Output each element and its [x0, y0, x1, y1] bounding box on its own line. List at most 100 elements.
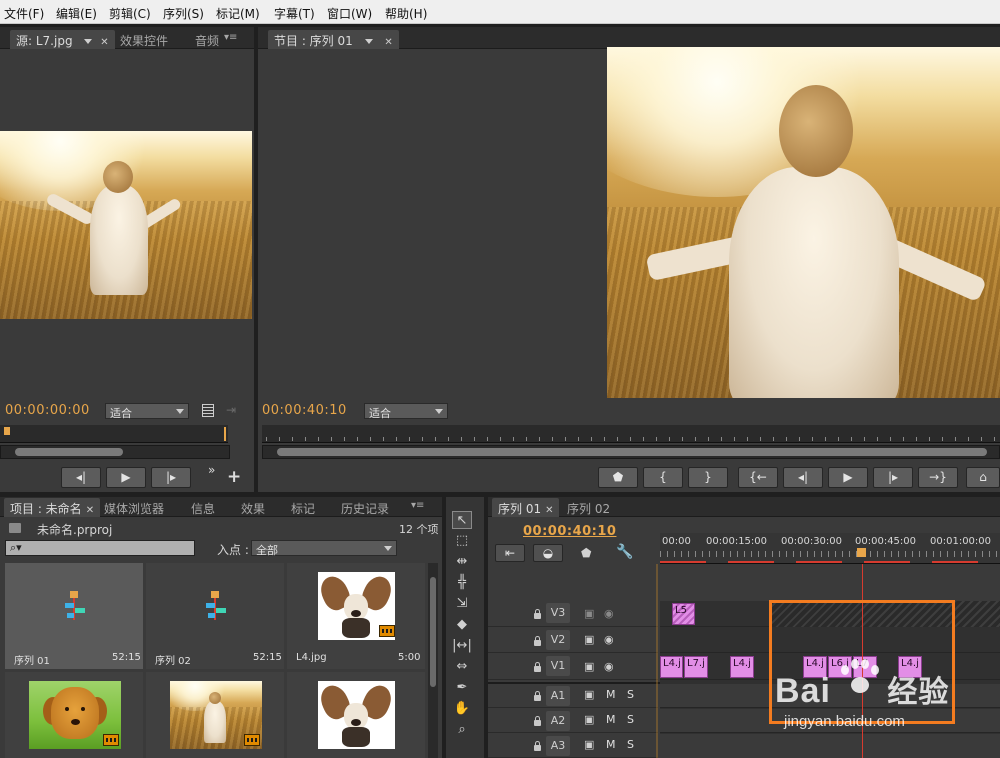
- film-icon[interactable]: ▣: [584, 633, 594, 646]
- chevron-down-icon[interactable]: [84, 39, 93, 44]
- add-marker-icon[interactable]: ⬟: [581, 546, 591, 560]
- project-item-dog[interactable]: [287, 672, 425, 758]
- step-back-button[interactable]: ◂|: [61, 467, 101, 488]
- step-forward-button[interactable]: |▸: [873, 467, 913, 488]
- project-item-sequence-02[interactable]: 序列 02 52:15: [146, 563, 284, 669]
- clip-v1[interactable]: L4.j: [730, 656, 754, 678]
- menu-help[interactable]: 帮助(H): [385, 5, 427, 22]
- rolling-edit-tool-icon[interactable]: ╬: [452, 574, 472, 592]
- search-input[interactable]: ⌕▾: [5, 540, 195, 556]
- lock-icon[interactable]: [534, 609, 541, 619]
- program-fit-dropdown[interactable]: 适合: [364, 403, 448, 420]
- lock-icon[interactable]: [534, 741, 541, 751]
- film-icon[interactable]: ▣: [584, 607, 594, 620]
- razor-tool-icon[interactable]: ◆: [452, 616, 472, 634]
- tab-effects[interactable]: 效果: [235, 498, 271, 517]
- film-icon[interactable]: ▣: [584, 660, 594, 673]
- program-time-ruler[interactable]: [262, 425, 1000, 443]
- tab-sequence-02[interactable]: 序列 02: [561, 498, 616, 517]
- play-button[interactable]: ▶: [106, 467, 146, 488]
- program-timecode[interactable]: 00:00:40:10: [262, 403, 347, 418]
- zoom-tool-icon[interactable]: ⌕: [452, 721, 472, 739]
- source-zoom-scrollbar[interactable]: [0, 445, 230, 459]
- ripple-edit-tool-icon[interactable]: ⇹: [452, 553, 472, 571]
- panel-menu-icon[interactable]: ▾≡: [218, 30, 243, 49]
- source-fit-dropdown[interactable]: 适合: [105, 403, 189, 420]
- snap-button[interactable]: ⇤: [495, 544, 525, 562]
- track-name-a2[interactable]: A2: [546, 711, 570, 731]
- playhead-marker-icon[interactable]: [857, 548, 866, 557]
- step-back-button[interactable]: ◂|: [783, 467, 823, 488]
- source-time-ruler[interactable]: [0, 425, 228, 443]
- clip-v1[interactable]: L7.j: [684, 656, 708, 678]
- project-scrollbar[interactable]: [428, 563, 438, 758]
- export-frame-button[interactable]: ⌂: [966, 467, 1000, 488]
- go-to-out-button[interactable]: →}: [918, 467, 958, 488]
- tab-sequence-01[interactable]: 序列 01 ✕: [492, 498, 560, 517]
- tab-info[interactable]: 信息: [185, 498, 221, 517]
- scroll-thumb[interactable]: [277, 448, 987, 456]
- lock-icon[interactable]: [534, 662, 541, 672]
- close-icon[interactable]: ✕: [384, 37, 392, 48]
- menu-file[interactable]: 文件(F): [4, 5, 44, 22]
- clip-l5[interactable]: L5: [672, 603, 695, 625]
- add-button-icon[interactable]: +: [227, 467, 241, 487]
- wrench-icon[interactable]: 🔧: [616, 544, 633, 560]
- hand-tool-icon[interactable]: ✋: [452, 700, 472, 718]
- rate-stretch-tool-icon[interactable]: ⇲: [452, 595, 472, 613]
- project-item-l4[interactable]: L4.jpg 5:00: [287, 563, 425, 669]
- project-item-golden[interactable]: [5, 672, 143, 758]
- close-icon[interactable]: ✕: [86, 505, 94, 516]
- mark-in-button[interactable]: {: [643, 467, 683, 488]
- sync-icon[interactable]: ▣: [584, 713, 594, 726]
- project-item-field[interactable]: [146, 672, 284, 758]
- track-name-a1[interactable]: A1: [546, 686, 570, 706]
- eye-icon[interactable]: ◉: [604, 660, 614, 673]
- menu-edit[interactable]: 编辑(E): [56, 5, 97, 22]
- selection-tool-icon[interactable]: ↖: [452, 511, 472, 529]
- track-name-v3[interactable]: V3: [546, 603, 570, 623]
- tab-source[interactable]: 源: L7.jpg ✕: [10, 30, 115, 49]
- lock-icon[interactable]: [534, 636, 541, 646]
- tab-project[interactable]: 项目 : 未命名 ✕: [4, 498, 101, 517]
- menu-clip[interactable]: 剪辑(C): [109, 5, 151, 22]
- tab-markers[interactable]: 标记: [285, 498, 321, 517]
- solo-button[interactable]: S: [627, 713, 634, 726]
- tab-history[interactable]: 历史记录: [335, 498, 395, 517]
- track-name-v2[interactable]: V2: [546, 630, 570, 650]
- magnet-button[interactable]: ◒: [533, 544, 563, 562]
- track-name-a3[interactable]: A3: [546, 736, 570, 756]
- mute-button[interactable]: M: [606, 688, 616, 701]
- slide-tool-icon[interactable]: ⇔: [452, 658, 472, 676]
- scroll-thumb[interactable]: [430, 577, 436, 687]
- solo-button[interactable]: S: [627, 738, 634, 751]
- track-select-tool-icon[interactable]: ⬚: [452, 532, 472, 550]
- tab-media-browser[interactable]: 媒体浏览器: [98, 498, 170, 517]
- tab-audio[interactable]: 音频: [189, 30, 219, 49]
- chevron-down-icon[interactable]: [364, 39, 373, 44]
- sync-icon[interactable]: ▣: [584, 738, 594, 751]
- panel-menu-icon[interactable]: ▾≡: [405, 498, 430, 517]
- go-to-in-button[interactable]: {←: [738, 467, 778, 488]
- program-zoom-scrollbar[interactable]: [262, 445, 1000, 459]
- tab-effect-controls[interactable]: 效果控件: [114, 30, 174, 49]
- in-point-dropdown[interactable]: 全部: [251, 540, 397, 557]
- eye-icon[interactable]: ◉: [604, 633, 614, 646]
- close-icon[interactable]: ✕: [100, 37, 108, 48]
- menu-window[interactable]: 窗口(W): [327, 5, 372, 22]
- more-controls-icon[interactable]: »: [208, 463, 215, 477]
- mute-button[interactable]: M: [606, 738, 616, 751]
- insert-arrow-icon[interactable]: ⇥: [226, 403, 236, 417]
- step-forward-button[interactable]: |▸: [151, 467, 191, 488]
- play-button[interactable]: ▶: [828, 467, 868, 488]
- clip-v1[interactable]: L4.j: [660, 656, 683, 678]
- close-icon[interactable]: ✕: [545, 505, 553, 516]
- scroll-thumb[interactable]: [15, 448, 123, 456]
- menu-sequence[interactable]: 序列(S): [163, 5, 204, 22]
- lock-icon[interactable]: [534, 691, 541, 701]
- export-frame-icon[interactable]: [202, 404, 214, 417]
- mark-out-button[interactable]: }: [688, 467, 728, 488]
- pen-tool-icon[interactable]: ✒: [452, 679, 472, 697]
- project-item-sequence-01[interactable]: 序列 01 52:15: [5, 563, 143, 669]
- tab-program[interactable]: 节目 : 序列 01 ✕: [268, 30, 399, 49]
